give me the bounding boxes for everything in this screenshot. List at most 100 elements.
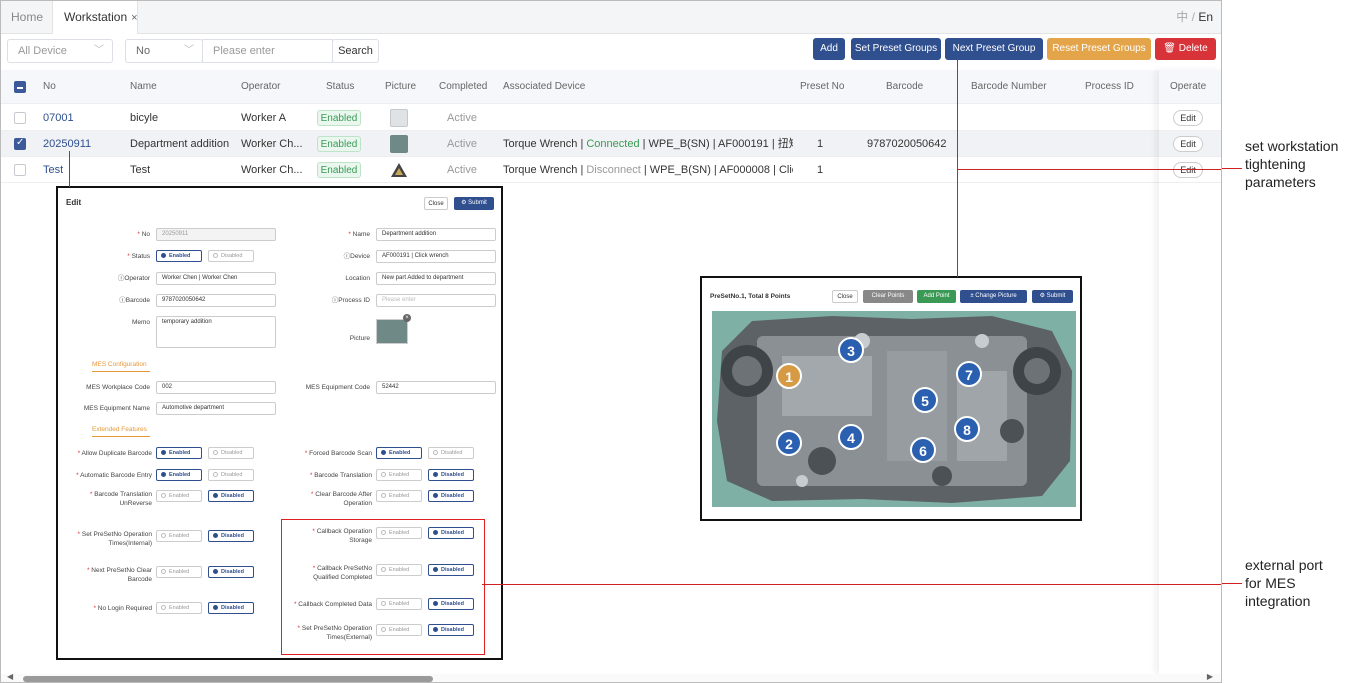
tightening-point-1[interactable]: 1: [776, 363, 802, 389]
close-button[interactable]: Close: [424, 197, 448, 210]
set-presetno-internal-disabled[interactable]: Disabled: [208, 530, 254, 542]
tab-workstation[interactable]: Workstation ×: [52, 1, 138, 34]
col-preset-no[interactable]: Preset No: [800, 70, 844, 104]
barcode-translation-enabled[interactable]: Enabled: [376, 469, 422, 481]
cell-no[interactable]: 07001: [43, 105, 74, 131]
scrollbar-thumb[interactable]: [23, 676, 433, 682]
change-picture-button[interactable]: ± Change Picture: [960, 290, 1027, 303]
device-state: Connected: [586, 138, 640, 150]
mes-equipment-code-field[interactable]: 52442: [376, 381, 496, 394]
clear-points-button[interactable]: Clear Points: [863, 290, 913, 303]
col-associated-device[interactable]: Associated Device: [503, 70, 585, 104]
auto-barcode-entry-disabled[interactable]: Disabled: [208, 469, 254, 481]
tightening-point-5[interactable]: 5: [912, 387, 938, 413]
tightening-point-6[interactable]: 6: [910, 437, 936, 463]
picture-thumbnail[interactable]: [390, 109, 408, 127]
tightening-point-4[interactable]: 4: [838, 424, 864, 450]
preset-submit-button[interactable]: ⚙ Submit: [1032, 290, 1073, 303]
allow-duplicate-enabled[interactable]: Enabled: [156, 447, 202, 459]
table-row[interactable]: 20250911 Department addition .. Worker C…: [1, 131, 1221, 157]
tightening-point-3[interactable]: 3: [838, 337, 864, 363]
device-select[interactable]: All Device ﹀: [7, 39, 113, 63]
col-status[interactable]: Status: [326, 70, 354, 104]
cell-no[interactable]: Test: [43, 157, 63, 183]
tab-workstation-label: Workstation: [64, 10, 128, 24]
preset-close-button[interactable]: Close: [832, 290, 858, 303]
barcode-translation-label: * Barcode Translation: [309, 472, 372, 479]
col-barcode[interactable]: Barcode: [886, 70, 923, 104]
picture-thumbnail[interactable]: [390, 161, 408, 179]
lang-zh[interactable]: 中: [1176, 10, 1188, 24]
table-row[interactable]: Test Test Worker Ch... Enabled Active To…: [1, 157, 1221, 183]
memo-textarea[interactable]: temporary addition: [156, 316, 276, 348]
col-operator[interactable]: Operator: [241, 70, 280, 104]
col-barcode-number[interactable]: Barcode Number: [971, 70, 1047, 104]
col-completed[interactable]: Completed: [439, 70, 487, 104]
forced-scan-disabled[interactable]: Disabled: [428, 447, 474, 459]
delete-button[interactable]: 🗑 Delete: [1155, 38, 1216, 60]
translation-unreverse-disabled[interactable]: Disabled: [208, 490, 254, 502]
tightening-point-8[interactable]: 8: [954, 416, 980, 442]
no-login-disabled[interactable]: Disabled: [208, 602, 254, 614]
col-picture[interactable]: Picture: [385, 70, 416, 104]
radio-label: Disabled: [221, 472, 243, 478]
next-presetno-clear-enabled[interactable]: Enabled: [156, 566, 202, 578]
cell-no[interactable]: 20250911: [43, 131, 91, 157]
clear-after-operation-enabled[interactable]: Enabled: [376, 490, 422, 502]
lang-en[interactable]: En: [1198, 10, 1213, 24]
no-login-enabled[interactable]: Enabled: [156, 602, 202, 614]
picture-preview[interactable]: [376, 319, 408, 344]
name-field[interactable]: Department addition: [376, 228, 496, 241]
row-checkbox[interactable]: [14, 137, 26, 150]
submit-button[interactable]: ⚙ Submit: [454, 197, 494, 210]
tab-close-icon[interactable]: ×: [131, 12, 137, 24]
set-presetno-internal-enabled[interactable]: Enabled: [156, 530, 202, 542]
mes-workplace-field[interactable]: 002: [156, 381, 276, 394]
translation-unreverse-enabled[interactable]: Enabled: [156, 490, 202, 502]
scroll-left-icon[interactable]: ◀: [7, 672, 13, 681]
next-presetno-clear-disabled[interactable]: Disabled: [208, 566, 254, 578]
process-id-field[interactable]: Please enter: [376, 294, 496, 307]
select-all-checkbox[interactable]: [14, 81, 26, 93]
language-switch[interactable]: 中 / En: [1176, 1, 1213, 34]
tightening-point-2[interactable]: 2: [776, 430, 802, 456]
col-name[interactable]: Name: [130, 70, 157, 104]
scroll-right-icon[interactable]: ▶: [1207, 672, 1213, 681]
location-field[interactable]: New part Added to department: [376, 272, 496, 285]
device-select-value: All Device: [18, 45, 67, 57]
triangle-icon: [391, 163, 407, 177]
barcode-field[interactable]: 9787020050642: [156, 294, 276, 307]
picture-thumbnail[interactable]: [390, 135, 408, 153]
table-row[interactable]: 07001 bicyle Worker A Enabled Active Edi…: [1, 105, 1221, 131]
search-button[interactable]: Search: [332, 39, 379, 63]
col-process-id[interactable]: Process ID: [1085, 70, 1134, 104]
tightening-point-7[interactable]: 7: [956, 361, 982, 387]
valve-body-image[interactable]: 1 2 3 4 5 6 7 8: [712, 311, 1076, 507]
set-preset-groups-button[interactable]: Set Preset Groups: [851, 38, 941, 60]
row-checkbox[interactable]: [14, 112, 26, 124]
row-checkbox[interactable]: [14, 164, 26, 176]
status-enabled-radio[interactable]: Enabled: [156, 250, 202, 262]
add-point-button[interactable]: Add Point: [917, 290, 956, 303]
device-select[interactable]: AF000191 | Click wrench: [376, 250, 496, 263]
search-input[interactable]: Please enter: [202, 39, 333, 63]
reset-preset-groups-button[interactable]: Reset Preset Groups: [1047, 38, 1151, 60]
status-disabled-radio[interactable]: Disabled: [208, 250, 254, 262]
add-button[interactable]: Add: [813, 38, 845, 60]
field-select[interactable]: No ﹀: [125, 39, 203, 63]
next-preset-group-button[interactable]: Next Preset Group: [945, 38, 1043, 60]
mes-equipment-name-field[interactable]: Automotive department: [156, 402, 276, 415]
operator-select[interactable]: Worker Chen | Worker Chen: [156, 272, 276, 285]
forced-scan-enabled[interactable]: Enabled: [376, 447, 422, 459]
tab-home[interactable]: Home: [11, 1, 43, 34]
col-no[interactable]: No: [43, 70, 56, 104]
allow-duplicate-disabled[interactable]: Disabled: [208, 447, 254, 459]
barcode-translation-disabled[interactable]: Disabled: [428, 469, 474, 481]
next-presetno-clear-text-1: Next PreSetNo Clear: [91, 567, 152, 574]
remove-picture-icon[interactable]: ×: [403, 314, 411, 322]
clear-after-operation-disabled[interactable]: Disabled: [428, 490, 474, 502]
horizontal-scrollbar[interactable]: ◀ ▶: [1, 672, 1221, 682]
auto-barcode-entry-enabled[interactable]: Enabled: [156, 469, 202, 481]
radio-dot: [161, 569, 166, 575]
status-badge: Enabled: [317, 110, 361, 126]
